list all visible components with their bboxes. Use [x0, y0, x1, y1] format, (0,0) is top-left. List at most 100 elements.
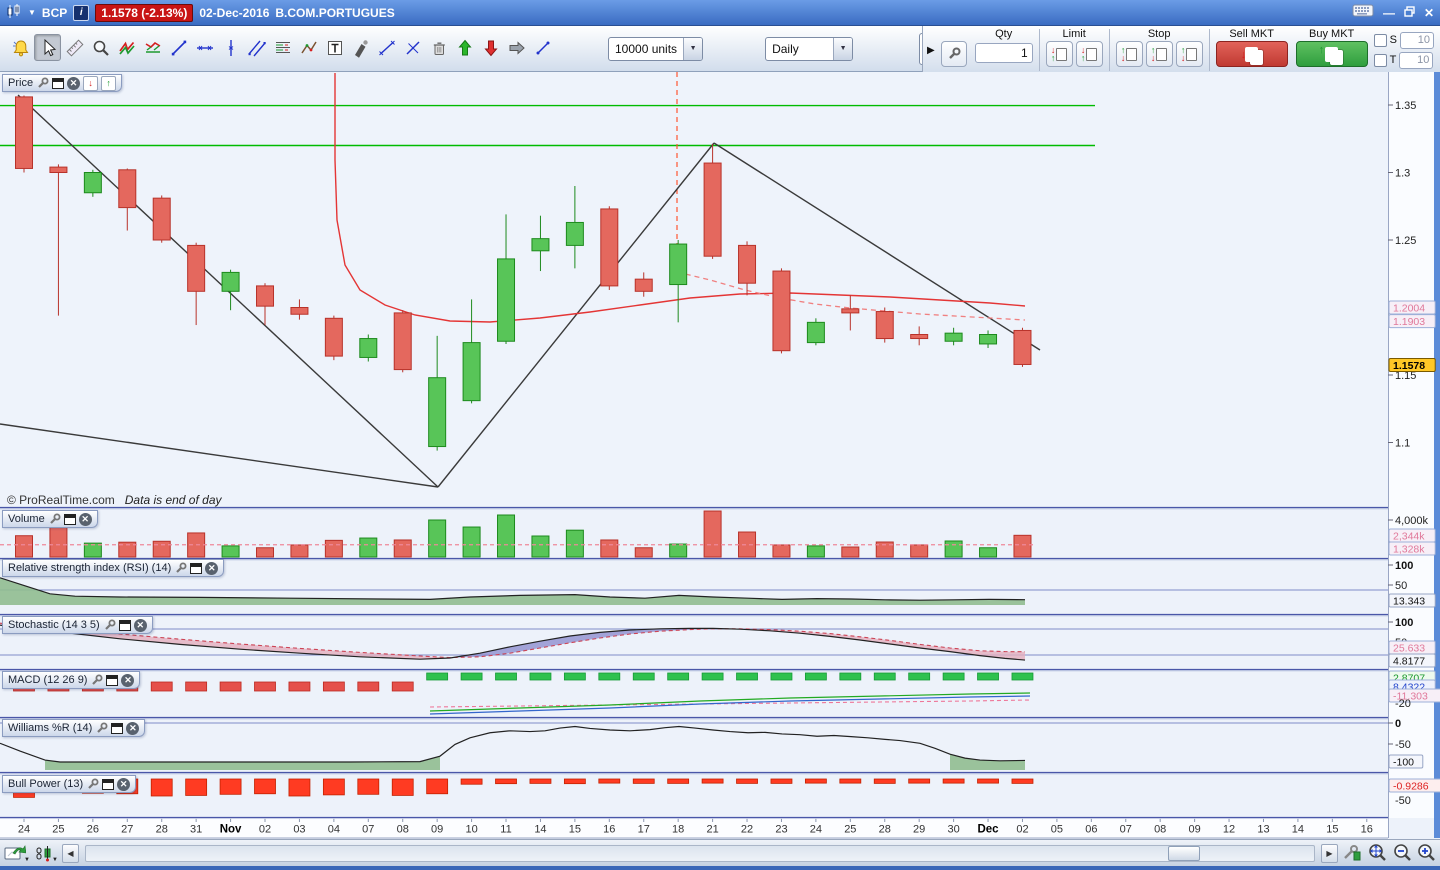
window-icon[interactable] — [102, 778, 115, 790]
panel-header-rsi: Relative strength index (RSI) (14) ✕ — [2, 559, 225, 577]
arrow-down-tool-icon[interactable] — [478, 35, 503, 60]
panel-title: Price — [8, 77, 34, 89]
svg-text:-20: -20 — [1395, 698, 1411, 710]
units-dropdown-caret[interactable]: ▼ — [683, 37, 703, 60]
buy-shortcut-icon[interactable]: ↑ — [101, 75, 117, 91]
order-panel-collapse[interactable]: ▶ — [925, 27, 937, 73]
stop-order-button-2[interactable]: ↑ ↓ — [1145, 41, 1173, 67]
order-settings-button[interactable] — [940, 41, 967, 67]
zoom-in-icon[interactable] — [1416, 843, 1436, 863]
export-chart-icon[interactable]: ▼ — [4, 844, 30, 863]
zoom-fit-icon[interactable] — [1366, 843, 1388, 863]
close-panel-icon[interactable]: ✕ — [121, 673, 135, 687]
svg-text:4,000k: 4,000k — [1395, 515, 1429, 527]
sell-shortcut-icon[interactable]: ↓ — [83, 75, 99, 91]
remove-line-tool-icon[interactable] — [400, 35, 425, 60]
scrollbar-thumb[interactable] — [1167, 845, 1200, 861]
chart-canvas[interactable]: 1.351.31.251.151.11.20041.19031.15784,00… — [0, 72, 1440, 839]
buy-market-button[interactable]: ↑ — [1295, 41, 1368, 67]
close-panel-icon[interactable]: ✕ — [117, 777, 131, 791]
arrow-right-tool-icon[interactable] — [504, 35, 529, 60]
close-panel-icon[interactable]: ✕ — [126, 721, 140, 735]
window-icon[interactable] — [118, 619, 131, 631]
svg-text:03: 03 — [293, 824, 305, 836]
units-dropdown[interactable]: 10000 units ▼ — [608, 36, 704, 61]
settings-wrench-icon[interactable] — [103, 619, 116, 632]
svg-text:14: 14 — [534, 824, 546, 836]
settings-wrench-icon[interactable] — [95, 722, 108, 735]
parallel-channel-tool-icon[interactable] — [244, 35, 269, 60]
close-panel-icon[interactable]: ✕ — [205, 561, 219, 575]
panel-title: Volume — [8, 513, 45, 525]
minimize-button[interactable]: — — [1383, 7, 1395, 19]
window-icon[interactable] — [111, 722, 124, 734]
svg-text:Dec: Dec — [977, 824, 999, 836]
close-panel-icon[interactable]: ✕ — [67, 76, 81, 90]
alerts-tool-icon[interactable] — [8, 35, 33, 60]
trailing-checkbox[interactable] — [1373, 53, 1387, 67]
stop-order-button-1[interactable]: ↑ ↓ — [1115, 41, 1143, 67]
settings-wrench-icon[interactable] — [36, 77, 49, 90]
zoom-tool-icon[interactable] — [88, 35, 113, 60]
settings-wrench-icon[interactable] — [90, 674, 103, 687]
svg-text:30: 30 — [947, 824, 959, 836]
ruler-tool-icon[interactable] — [62, 35, 87, 60]
symbol-name: BCP — [41, 5, 68, 20]
scroll-right-button[interactable]: ▶ — [1321, 843, 1338, 863]
chart-settings-icon[interactable] — [1342, 844, 1362, 862]
settings-wrench-icon[interactable] — [86, 778, 99, 791]
window-icon[interactable] — [190, 562, 203, 574]
scroll-left-button[interactable]: ◀ — [61, 843, 79, 863]
move-point-tool-icon[interactable] — [374, 35, 399, 60]
settings-wrench-icon[interactable] — [174, 562, 187, 575]
info-icon[interactable]: i — [73, 4, 90, 21]
svg-text:1.1: 1.1 — [1395, 438, 1410, 450]
sell-market-button[interactable]: ↓ — [1215, 41, 1288, 67]
svg-text:4.8177: 4.8177 — [1393, 656, 1425, 668]
keyboard-icon[interactable] — [1352, 3, 1374, 22]
chart-type-candlestick-icon[interactable] — [6, 3, 22, 22]
panel-title: Bull Power (13) — [8, 778, 84, 790]
trend-line-tool-icon[interactable] — [166, 35, 191, 60]
svg-text:28: 28 — [879, 824, 891, 836]
cursor-tool-icon[interactable] — [34, 34, 61, 62]
close-panel-icon[interactable]: ✕ — [78, 512, 92, 526]
bullish-patterns-tool-icon[interactable] — [114, 35, 139, 60]
delete-tool-icon[interactable] — [426, 35, 451, 60]
watermark: © ProRealTime.com Data is end of day — [7, 493, 222, 507]
vertical-line-tool-icon[interactable] — [218, 35, 243, 60]
segment-tool-icon[interactable] — [530, 35, 555, 60]
text-tool-icon[interactable] — [322, 35, 347, 60]
timeframe-dropdown[interactable]: Daily ▼ — [765, 36, 854, 61]
svg-text:21: 21 — [706, 824, 718, 836]
limit-order-button-1[interactable]: ↓ ↑ — [1045, 41, 1073, 67]
bearish-patterns-tool-icon[interactable] — [140, 35, 165, 60]
limit-order-button-2[interactable]: ↓ ↑ — [1075, 41, 1103, 67]
stop-loss-checkbox[interactable] — [1373, 33, 1387, 47]
svg-text:-50: -50 — [1395, 739, 1411, 751]
settings-wrench-icon[interactable] — [48, 513, 61, 526]
restore-button[interactable] — [1404, 6, 1415, 19]
close-window-button[interactable]: ✕ — [1424, 7, 1434, 19]
close-panel-icon[interactable]: ✕ — [133, 618, 147, 632]
zigzag-tool-icon[interactable] — [296, 35, 321, 60]
instrument-name: B.COM.PORTUGUES — [275, 5, 395, 20]
zoom-out-icon[interactable] — [1392, 843, 1412, 863]
arrow-up-tool-icon[interactable] — [452, 35, 477, 60]
trailing-input[interactable] — [1399, 51, 1434, 69]
stop-order-button-3[interactable]: ↑ ↓ — [1175, 41, 1203, 67]
horizontal-line-tool-icon[interactable] — [192, 35, 217, 60]
candlestick-settings-icon[interactable]: ▼ — [34, 844, 58, 863]
fibonacci-tool-icon[interactable] — [270, 35, 295, 60]
stop-loss-input[interactable] — [1400, 31, 1434, 49]
timeframe-dropdown-caret[interactable]: ▼ — [833, 37, 853, 60]
symbol-dropdown-caret[interactable]: ▼ — [28, 8, 36, 17]
chart-scrollbar[interactable] — [84, 844, 1315, 862]
svg-text:11: 11 — [500, 824, 511, 836]
stamp-tool-icon[interactable] — [348, 35, 373, 60]
buy-mkt-label: Buy MKT — [1309, 28, 1355, 40]
window-icon[interactable] — [63, 513, 76, 525]
window-icon[interactable] — [106, 674, 119, 686]
window-icon[interactable] — [52, 77, 65, 89]
qty-input[interactable] — [974, 43, 1033, 63]
